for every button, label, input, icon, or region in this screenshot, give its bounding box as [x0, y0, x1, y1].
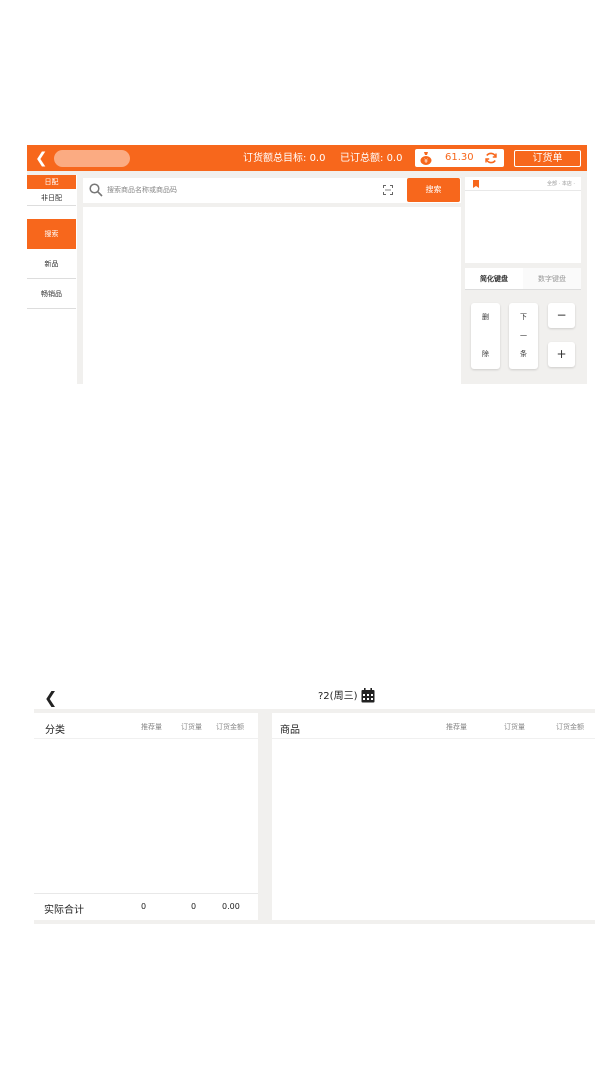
- search-icon: [89, 183, 103, 197]
- ordered-total: 已订总额: 0.0: [340, 152, 402, 165]
- delete-key-bottom: 除: [482, 350, 489, 358]
- col-recommended: 推荐量: [141, 723, 162, 731]
- store-filter[interactable]: 全部 · 本店 ·: [547, 180, 575, 187]
- selected-product-panel: 全部 · 本店 ·: [465, 177, 581, 263]
- tab-numeric-keyboard[interactable]: 数字键盘: [523, 268, 581, 290]
- header-divider: [272, 738, 595, 739]
- order-summary-panel: 分类 推荐量 订货量 订货金额 实际合计 0 0 0.00 商品 推荐量 订货量…: [34, 709, 595, 924]
- divider: [465, 190, 581, 191]
- ordered-total-label: 已订总额:: [340, 153, 384, 164]
- refresh-icon[interactable]: [484, 151, 498, 165]
- next-key-bottom: 条: [520, 350, 527, 358]
- order-target-label: 订货额总目标:: [243, 153, 307, 164]
- back-arrow-icon[interactable]: ❮: [44, 688, 57, 708]
- sidebar-item-daily[interactable]: 日配: [27, 175, 76, 189]
- calendar-icon[interactable]: [361, 688, 375, 703]
- total-ordered-qty: 0: [191, 902, 197, 911]
- header-divider: [34, 738, 258, 739]
- col-order-amount: 订货金额: [216, 723, 244, 731]
- sidebar-item-bestseller[interactable]: 畅销品: [27, 279, 76, 309]
- col-product: 商品: [280, 725, 300, 736]
- delete-key[interactable]: 删 除: [471, 303, 500, 369]
- ordered-total-value: 0.0: [386, 153, 403, 164]
- sidebar-item-new[interactable]: 新品: [27, 249, 76, 279]
- total-order-amount: 0.00: [222, 902, 240, 911]
- delete-key-top: 删: [482, 313, 489, 321]
- store-name-blurred: [54, 150, 130, 167]
- search-button[interactable]: 搜索: [407, 178, 460, 202]
- money-bag-icon: ¥: [420, 152, 432, 165]
- date-label[interactable]: ?2(周三): [318, 690, 357, 704]
- keyboard-panel: 简化键盘 数字键盘 删 除 下 一 条 − +: [465, 268, 581, 384]
- next-key-top: 下: [520, 313, 527, 321]
- total-label: 实际合计: [44, 905, 84, 916]
- order-list-button[interactable]: 订货单: [514, 150, 581, 167]
- search-input[interactable]: [107, 183, 347, 197]
- minus-key[interactable]: −: [548, 303, 575, 328]
- col-ordered-qty: 订货量: [504, 723, 525, 731]
- category-sidebar: 日配 非日配 搜索 新品 畅销品: [27, 175, 77, 384]
- balance-box: ¥ 61.30: [415, 149, 504, 167]
- total-row: 实际合计 0 0 0.00: [34, 893, 258, 920]
- top-bar: ❮ 订货额总目标: 0.0 已订总额: 0.0 ¥ 61.30 订货单: [27, 145, 587, 171]
- tab-simple-keyboard[interactable]: 简化键盘: [465, 268, 523, 290]
- col-recommended: 推荐量: [446, 723, 467, 731]
- total-recommended: 0: [141, 902, 147, 911]
- product-summary-table: 商品 推荐量 订货量 订货金额: [272, 713, 595, 920]
- category-summary-table: 分类 推荐量 订货量 订货金额 实际合计 0 0 0.00: [34, 713, 258, 920]
- plus-key[interactable]: +: [548, 342, 575, 367]
- col-ordered-qty: 订货量: [181, 723, 202, 731]
- next-key-mid: 一: [520, 332, 527, 340]
- back-arrow-icon[interactable]: ❮: [35, 149, 51, 167]
- ordering-panel: ❮ 订货额总目标: 0.0 已订总额: 0.0 ¥ 61.30 订货单 日配 非…: [27, 145, 587, 384]
- next-item-key[interactable]: 下 一 条: [509, 303, 538, 369]
- balance-value: 61.30: [445, 152, 474, 163]
- order-target: 订货额总目标: 0.0: [243, 152, 325, 165]
- search-bar: [83, 178, 461, 203]
- sidebar-item-non-daily[interactable]: 非日配: [27, 190, 76, 206]
- order-target-value: 0.0: [309, 153, 326, 164]
- sidebar-item-search[interactable]: 搜索: [27, 219, 76, 249]
- col-order-amount: 订货金额: [556, 723, 584, 731]
- bookmark-icon: [473, 180, 479, 188]
- svg-text:¥: ¥: [424, 158, 428, 165]
- scan-icon[interactable]: [383, 185, 393, 195]
- col-category: 分类: [45, 725, 65, 736]
- product-list-area: [83, 207, 461, 384]
